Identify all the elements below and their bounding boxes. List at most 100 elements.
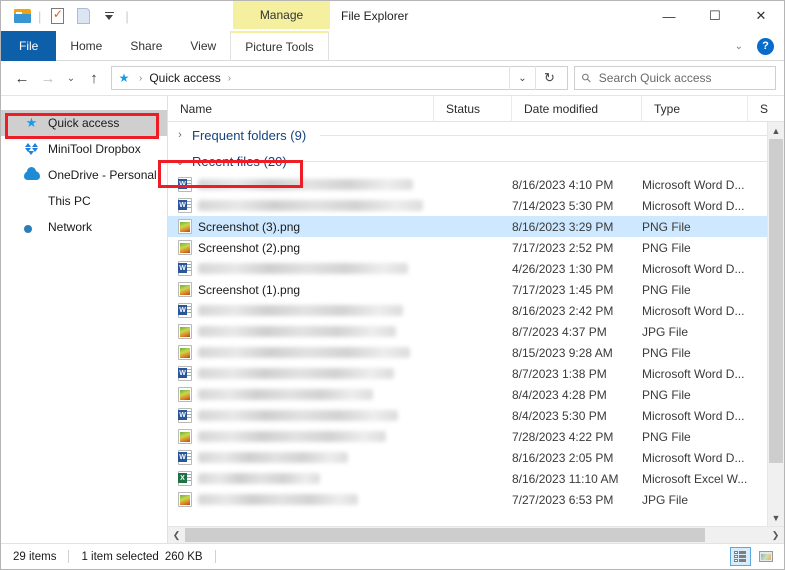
column-header-name[interactable]: Name: [168, 95, 434, 122]
vertical-scroll-thumb[interactable]: [769, 139, 783, 463]
contextual-tab-manage[interactable]: Manage: [233, 1, 330, 29]
column-header-status[interactable]: Status: [434, 95, 512, 122]
details-view-icon: [734, 551, 747, 562]
file-status-cell: [434, 426, 512, 447]
column-header-type[interactable]: Type: [642, 95, 748, 122]
new-folder-icon[interactable]: [70, 5, 96, 27]
image-file-icon: [178, 387, 192, 402]
table-row[interactable]: Screenshot (3).png 8/16/2023 3:29 PM PNG F…: [168, 216, 767, 237]
chevron-down-icon[interactable]: ⌄: [172, 155, 188, 168]
refresh-button[interactable]: ↻: [535, 66, 563, 90]
scroll-right-icon[interactable]: ❯: [767, 527, 784, 543]
table-row[interactable]: Screenshot (1).png 7/17/2023 1:45 PM PNG F…: [168, 279, 767, 300]
help-button[interactable]: ?: [757, 37, 774, 55]
table-row[interactable]: W 8/7/2023 1:38 PM Microsoft Word D...: [168, 363, 767, 384]
file-name-cell: [168, 342, 434, 363]
table-row[interactable]: 8/7/2023 4:37 PM JPG File: [168, 321, 767, 342]
column-header-date-modified[interactable]: Date modified: [512, 95, 642, 122]
file-name-cell: Screenshot (1).png: [168, 279, 434, 300]
ribbon-right-controls: ⌄ ?: [729, 31, 780, 61]
file-status-cell: [434, 300, 512, 321]
horizontal-scroll-thumb[interactable]: [185, 528, 705, 542]
forward-button[interactable]: →: [35, 65, 61, 91]
horizontal-scrollbar[interactable]: ❮ ❯: [168, 526, 784, 543]
sidebar-item-quick-access[interactable]: ★ Quick access: [1, 110, 167, 136]
close-button[interactable]: ✕: [738, 1, 784, 31]
file-name-cell: X: [168, 468, 434, 489]
scroll-down-icon[interactable]: ▼: [768, 509, 784, 526]
search-input[interactable]: ⚲ Search Quick access: [574, 66, 776, 90]
file-type-cell: PNG File: [642, 240, 691, 255]
table-row[interactable]: W 8/16/2023 2:42 PM Microsoft Word D...: [168, 300, 767, 321]
sidebar-item-label: Quick access: [48, 116, 120, 130]
properties-icon[interactable]: [44, 5, 70, 27]
scroll-up-icon[interactable]: ▲: [768, 122, 784, 139]
sidebar-item-this-pc[interactable]: This PC: [1, 188, 167, 214]
column-headers: Name Status Date modified Type S: [168, 95, 784, 122]
tab-file[interactable]: File: [1, 31, 57, 61]
table-row[interactable]: 8/4/2023 4:28 PM PNG File: [168, 384, 767, 405]
chevron-down-icon[interactable]: ⌄: [729, 41, 749, 52]
excel-file-icon: X: [178, 471, 192, 486]
explorer-folder-icon[interactable]: [9, 5, 35, 27]
vertical-scroll-track[interactable]: [768, 139, 784, 509]
sidebar-item-label: OneDrive - Personal: [48, 168, 157, 182]
up-button[interactable]: ↑: [81, 65, 107, 91]
status-selection: 1 item selected: [81, 550, 159, 563]
customize-qat-icon[interactable]: [96, 5, 122, 27]
breadcrumb-item-quick-access[interactable]: Quick access: [149, 71, 220, 85]
sidebar-item-onedrive-personal[interactable]: OneDrive - Personal: [1, 162, 167, 188]
table-row[interactable]: 7/28/2023 4:22 PM PNG File: [168, 426, 767, 447]
status-divider: [68, 550, 70, 563]
vertical-scrollbar[interactable]: ▲ ▼: [767, 122, 784, 526]
horizontal-scroll-track[interactable]: [185, 527, 767, 543]
table-row[interactable]: 7/27/2023 6:53 PM JPG File: [168, 489, 767, 510]
details-view-button[interactable]: [730, 547, 751, 566]
large-icons-view-button[interactable]: [755, 547, 776, 566]
table-row[interactable]: 8/15/2023 9:28 AM PNG File: [168, 342, 767, 363]
table-row[interactable]: W 4/26/2023 1:30 PM Microsoft Word D...: [168, 258, 767, 279]
file-date-cell: 7/27/2023 6:53 PM: [512, 492, 614, 507]
group-header[interactable]: › Frequent folders (9): [168, 122, 767, 148]
address-bar: ← → ⌄ ↑ ★ › Quick access › ⌄ ↻ ⚲ Search …: [1, 61, 784, 95]
search-placeholder: Search Quick access: [598, 71, 712, 85]
pin-icon: ★: [118, 71, 130, 85]
tab-home[interactable]: Home: [56, 31, 116, 61]
breadcrumb-separator-2[interactable]: ›: [221, 73, 238, 84]
chevron-right-icon[interactable]: ›: [172, 129, 188, 141]
maximize-button[interactable]: ☐: [692, 1, 738, 31]
ribbon-tab-bar: File Home Share View Picture Tools ⌄ ?: [1, 31, 784, 61]
file-type-cell: Microsoft Word D...: [642, 303, 745, 318]
file-type-cell: Microsoft Word D...: [642, 366, 745, 381]
file-status-cell: [434, 489, 512, 510]
table-row[interactable]: W 8/16/2023 2:05 PM Microsoft Word D...: [168, 447, 767, 468]
column-header-size[interactable]: S: [748, 96, 778, 122]
file-status-cell: [434, 237, 512, 258]
address-dropdown-button[interactable]: ⌄: [509, 66, 535, 90]
tab-view[interactable]: View: [176, 31, 230, 61]
table-row[interactable]: W 8/16/2023 4:10 PM Microsoft Word D...: [168, 174, 767, 195]
minimize-button[interactable]: —: [646, 1, 692, 31]
redacted-file-name: [198, 410, 398, 421]
file-date-cell: 7/14/2023 5:30 PM: [512, 198, 614, 213]
table-row[interactable]: Screenshot (2).png 7/17/2023 2:52 PM PNG F…: [168, 237, 767, 258]
table-row[interactable]: W 8/4/2023 5:30 PM Microsoft Word D...: [168, 405, 767, 426]
table-row[interactable]: X 8/16/2023 11:10 AM Microsoft Excel W...: [168, 468, 767, 489]
sidebar-item-network[interactable]: Network: [1, 214, 167, 240]
status-bar: 29 items 1 item selected 260 KB: [1, 543, 784, 569]
sidebar-item-minitool-dropbox[interactable]: MiniTool Dropbox: [1, 136, 167, 162]
scroll-left-icon[interactable]: ❮: [168, 527, 185, 543]
status-divider-2: [214, 550, 216, 563]
breadcrumb[interactable]: ★ › Quick access › ⌄ ↻: [111, 66, 568, 90]
table-row[interactable]: W 7/14/2023 5:30 PM Microsoft Word D...: [168, 195, 767, 216]
group-header[interactable]: ⌄ Recent files (20): [168, 148, 767, 174]
sidebar-item-label: MiniTool Dropbox: [48, 142, 141, 156]
redacted-file-name: [198, 368, 394, 379]
tab-share[interactable]: Share: [116, 31, 176, 61]
dropbox-icon: [23, 142, 40, 156]
redacted-file-name: [198, 473, 320, 484]
recent-locations-button[interactable]: ⌄: [61, 65, 81, 91]
back-button[interactable]: ←: [9, 65, 35, 91]
file-status-cell: [434, 195, 512, 216]
tab-picture-tools[interactable]: Picture Tools: [230, 31, 329, 61]
